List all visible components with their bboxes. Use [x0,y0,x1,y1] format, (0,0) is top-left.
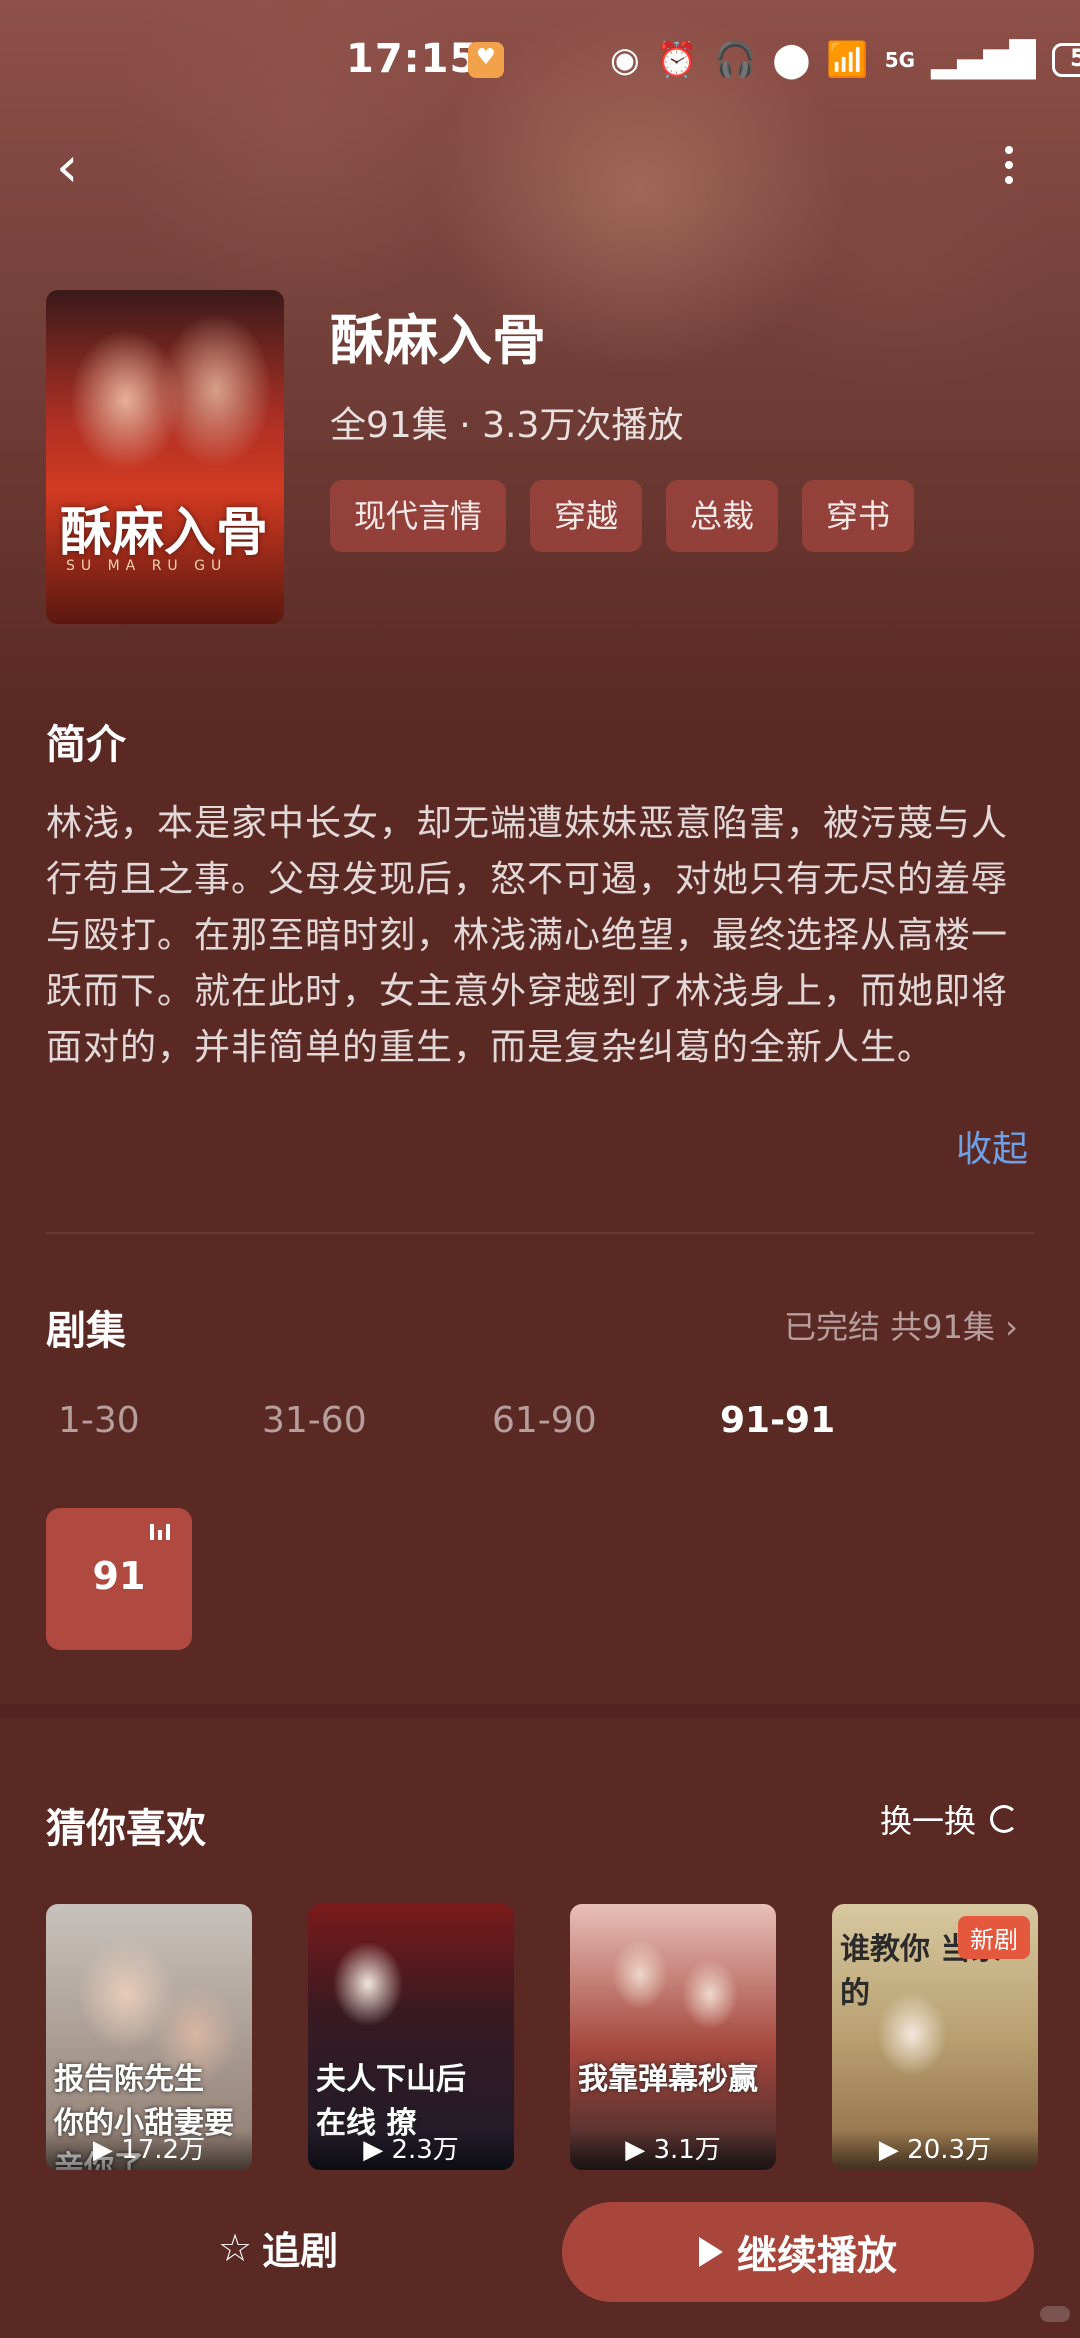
recommend-card[interactable]: 报告陈先生 你的小甜妻要亲你了 ▶ 17.2万 [46,1904,252,2170]
recommend-title: 夫人下山后 在线 撩 [316,2062,466,2141]
recommend-plays: ▶ 20.3万 [832,2130,1038,2170]
episode-number: 91 [92,1554,146,1598]
section-separator [0,1704,1080,1718]
signal-icon: ▂▄▆█ [931,40,1036,80]
collapse-link[interactable]: 收起 [956,1120,1028,1172]
app-notification-icon [468,42,504,78]
drama-title: 酥麻入骨 [330,309,546,372]
synopsis-heading: 简介 [46,722,126,768]
location-icon: ⬤ [772,40,811,80]
tab-range-61-90[interactable]: 61-90 [492,1400,597,1441]
recommend-card[interactable]: 谁教你 当家的 新剧 ▶ 20.3万 [832,1904,1038,2170]
episode-range-tabs: 1-30 31-60 61-90 91-91 [46,1400,1046,1460]
refresh-button[interactable]: 换一换 [880,1796,1019,1842]
bar [150,1524,154,1540]
alarm-icon: ⏰ [655,40,699,80]
recommend-heading: 猜你喜欢 [46,1806,206,1852]
poster-subtitle: SU MA RU GU [66,558,228,574]
status-bar: 17:15 ◉ ⏰ 🎧 ⬤ 📶 5G ▂▄▆█ 57 [0,0,1080,120]
star-icon: ☆ [218,2225,253,2270]
drama-meta: 全91集 · 3.3万次播放 [330,405,684,446]
recommend-plays: ▶ 3.1万 [570,2130,776,2170]
status-icons: ◉ ⏰ 🎧 ⬤ 📶 5G ▂▄▆█ 57 [610,38,1080,82]
floating-indicator [1040,2306,1070,2322]
recommend-card[interactable]: 夫人下山后 在线 撩 ▶ 2.3万 [308,1904,514,2170]
episode-button[interactable]: 91 [46,1508,192,1650]
tab-range-1-30[interactable]: 1-30 [58,1400,140,1441]
tag-item[interactable]: 现代言情 [330,480,507,552]
chevron-left-icon: ‹ [56,135,79,200]
refresh-icon [990,1805,1019,1833]
play-label: 继续播放 [737,2233,897,2279]
network-type: 5G [884,48,916,72]
recommend-plays: ▶ 17.2万 [46,2130,252,2170]
episodes-status-link[interactable]: 已完结 共91集 › [784,1302,1018,1348]
tag-item[interactable]: 穿越 [530,480,643,552]
tab-range-91-91[interactable]: 91-91 [720,1400,835,1441]
now-playing-icon [150,1524,170,1540]
follow-label: 追剧 [262,2229,339,2273]
new-badge: 新剧 [958,1916,1030,1959]
recommend-card[interactable]: 我靠弹幕秒赢 ▶ 3.1万 [570,1904,776,2170]
synopsis-text: 林浅，本是家中长女，却无端遭妹妹恶意陷害，被污蔑与人行苟且之事。父母发现后，怒不… [46,803,1009,1068]
play-icon [699,2237,723,2267]
wifi-icon: 📶 [826,40,869,80]
bar [166,1524,170,1540]
tag-item[interactable]: 穿书 [802,480,915,552]
eye-icon: ◉ [610,40,640,80]
battery-level: 57 [1070,44,1080,72]
recommend-title: 我靠弹幕秒赢 [578,2062,758,2097]
more-vertical-icon [1005,146,1013,154]
poster-title: 酥麻入骨 [60,502,269,563]
episodes-heading: 剧集 [46,1308,126,1354]
back-button[interactable]: ‹ [56,140,96,196]
continue-play-button[interactable]: 继续播放 [562,2202,1034,2302]
more-options-button[interactable] [994,140,1024,200]
headphones-icon: 🎧 [714,40,757,80]
more-dot [1005,161,1013,169]
tab-range-31-60[interactable]: 31-60 [262,1400,367,1441]
refresh-label: 换一换 [880,1802,977,1840]
recommend-plays: ▶ 2.3万 [308,2130,514,2170]
status-time: 17:15 [346,36,479,82]
divider [46,1232,1034,1234]
bar [158,1530,162,1540]
follow-button[interactable]: ☆ 追剧 [218,2220,338,2275]
tag-list: 现代言情 穿越 总裁 穿书 [330,480,915,552]
tag-item[interactable]: 总裁 [666,480,779,552]
more-dot [1005,176,1013,184]
drama-poster: 酥麻入骨 SU MA RU GU [46,290,284,624]
battery-icon: 57 [1051,43,1080,77]
